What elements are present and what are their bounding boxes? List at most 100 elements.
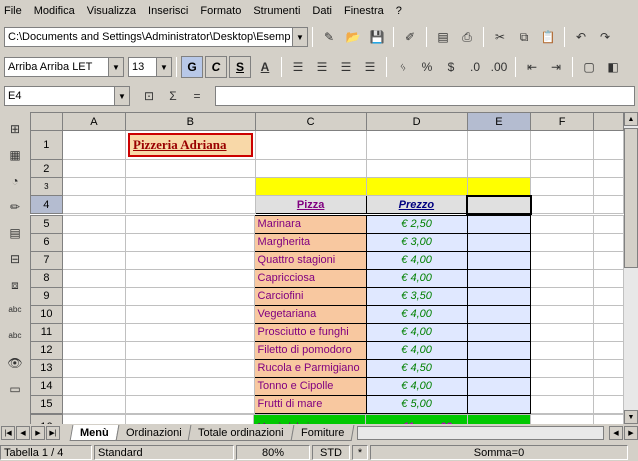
edit-file-icon[interactable]: ✎ <box>318 26 340 48</box>
pizza-price[interactable]: € 4,00 <box>365 376 468 396</box>
function-icon[interactable]: = <box>186 85 208 107</box>
chevron-down-icon[interactable]: ▼ <box>114 86 130 106</box>
insert-cells-icon[interactable]: ▦ <box>4 144 26 166</box>
scroll-left-icon[interactable]: ◀ <box>609 426 623 440</box>
increase-indent-icon[interactable]: ⇥ <box>545 56 567 78</box>
cell-g[interactable] <box>593 268 624 288</box>
cell-a[interactable] <box>61 250 127 270</box>
cell-a[interactable] <box>61 358 127 378</box>
tab-totale-ordinazioni[interactable]: Totale ordinazioni <box>187 425 295 441</box>
cell-g[interactable] <box>593 286 624 306</box>
scrollbar-thumb[interactable] <box>624 128 638 268</box>
cell-c1[interactable] <box>254 130 367 160</box>
last-sheet-icon[interactable]: ▶| <box>46 426 60 440</box>
status-zoom[interactable]: 80% <box>236 445 310 460</box>
cell-e[interactable] <box>466 250 531 270</box>
pizza-name[interactable]: Filetto di pomodoro <box>253 340 367 360</box>
pizza-price[interactable]: € 4,00 <box>365 340 468 360</box>
cell-g[interactable] <box>593 214 624 234</box>
pizza-price[interactable]: € 5,00 <box>365 394 468 414</box>
cell-g[interactable] <box>593 358 624 378</box>
yellow-band-e3[interactable] <box>466 177 532 196</box>
menu-strumenti[interactable]: Strumenti <box>253 5 300 17</box>
open-folder-icon[interactable]: 📂 <box>342 26 364 48</box>
insert-chart-icon[interactable]: ◔ <box>4 170 26 192</box>
column-header-e[interactable]: E <box>466 112 532 131</box>
row-header-13[interactable]: 13 <box>30 358 63 378</box>
cell-f1[interactable] <box>529 130 595 160</box>
column-header-d[interactable]: D <box>365 112 468 131</box>
spellcheck-icon[interactable]: ᵃᵇᶜ <box>4 300 26 322</box>
cell-e[interactable] <box>466 268 531 288</box>
column-header-g[interactable] <box>593 112 624 131</box>
header-pizza[interactable]: Pizza <box>254 195 367 214</box>
cell-f[interactable] <box>529 358 595 378</box>
status-mode[interactable]: STD <box>312 445 350 460</box>
cell-b[interactable] <box>125 358 255 378</box>
first-sheet-icon[interactable]: |◀ <box>1 426 15 440</box>
cell-e4-selected[interactable] <box>466 194 532 215</box>
row-header-10[interactable]: 10 <box>30 304 63 324</box>
row-header-4[interactable]: 4 <box>30 195 63 214</box>
next-sheet-icon[interactable]: ▶ <box>31 426 45 440</box>
cell-f[interactable] <box>529 340 595 360</box>
navigator-icon[interactable]: ⧈ <box>4 274 26 296</box>
cell-f[interactable] <box>529 394 595 414</box>
background-color-icon[interactable]: ◧ <box>602 56 624 78</box>
cell-b[interactable] <box>125 286 255 306</box>
menu-modifica[interactable]: Modifica <box>34 5 75 17</box>
column-header-b[interactable]: B <box>125 112 256 131</box>
cell-g[interactable] <box>593 340 624 360</box>
pizza-price[interactable]: € 4,00 <box>365 304 468 324</box>
scroll-down-icon[interactable]: ▼ <box>624 410 638 424</box>
pizza-name[interactable]: Margherita <box>253 232 367 252</box>
cell-e[interactable] <box>466 376 531 396</box>
row-header-9[interactable]: 9 <box>30 286 63 306</box>
datapilot-icon[interactable]: ▭ <box>4 378 26 400</box>
yellow-band-d3[interactable] <box>365 177 468 196</box>
row-header-3[interactable]: 3 <box>30 177 63 196</box>
remove-decimal-icon[interactable]: .00 <box>488 56 510 78</box>
row-header-16[interactable]: 16 <box>30 413 63 424</box>
cell-g[interactable] <box>593 232 624 252</box>
header-price[interactable]: Prezzo <box>365 195 468 214</box>
cell-a[interactable] <box>61 340 127 360</box>
horizontal-scrollbar[interactable] <box>357 426 604 440</box>
chevron-down-icon[interactable]: ▼ <box>108 57 124 77</box>
tab-ordinazioni[interactable]: Ordinazioni <box>115 425 192 441</box>
cell-f[interactable] <box>529 214 595 234</box>
cell-b[interactable] <box>125 340 255 360</box>
formula-input[interactable] <box>215 86 635 106</box>
cell-f[interactable] <box>529 286 595 306</box>
pizza-name[interactable]: Capricciosa <box>253 268 367 288</box>
insert-icon[interactable]: ⊞ <box>4 118 26 140</box>
cell-b[interactable] <box>125 214 255 234</box>
pizza-name[interactable]: Marinara <box>253 214 367 234</box>
pizza-name[interactable]: Tonno e Cipolle <box>253 376 367 396</box>
print-icon[interactable]: ⎙ <box>456 26 478 48</box>
cell-f[interactable] <box>529 376 595 396</box>
align-justify-icon[interactable]: ☰ <box>359 56 381 78</box>
menu-file[interactable]: File <box>4 5 22 17</box>
font-color-icon[interactable]: A <box>254 56 276 78</box>
row-header-6[interactable]: 6 <box>30 232 63 252</box>
currency-icon[interactable]: $ <box>440 56 462 78</box>
cell-g1[interactable] <box>593 130 624 160</box>
cell-e[interactable] <box>466 286 531 306</box>
cell-reference-box[interactable]: E4 <box>4 86 114 106</box>
bold-button[interactable]: G <box>181 56 203 78</box>
redo-icon[interactable]: ↷ <box>594 26 616 48</box>
column-header-c[interactable]: C <box>254 112 367 131</box>
cell-e[interactable] <box>466 394 531 414</box>
cell-b[interactable] <box>125 232 255 252</box>
cell-a[interactable] <box>61 394 127 414</box>
cell-f[interactable] <box>529 304 595 324</box>
menu-day-date[interactable]: ven 11 gen 02 <box>365 413 468 424</box>
cell-e[interactable] <box>466 304 531 324</box>
chevron-down-icon[interactable]: ▼ <box>292 27 308 47</box>
font-name-combo[interactable]: Arriba Arriba LET <box>4 57 108 77</box>
decrease-indent-icon[interactable]: ⇤ <box>521 56 543 78</box>
cell-b[interactable] <box>125 250 255 270</box>
cell-e[interactable] <box>466 214 531 234</box>
scroll-up-icon[interactable]: ▲ <box>624 112 638 126</box>
